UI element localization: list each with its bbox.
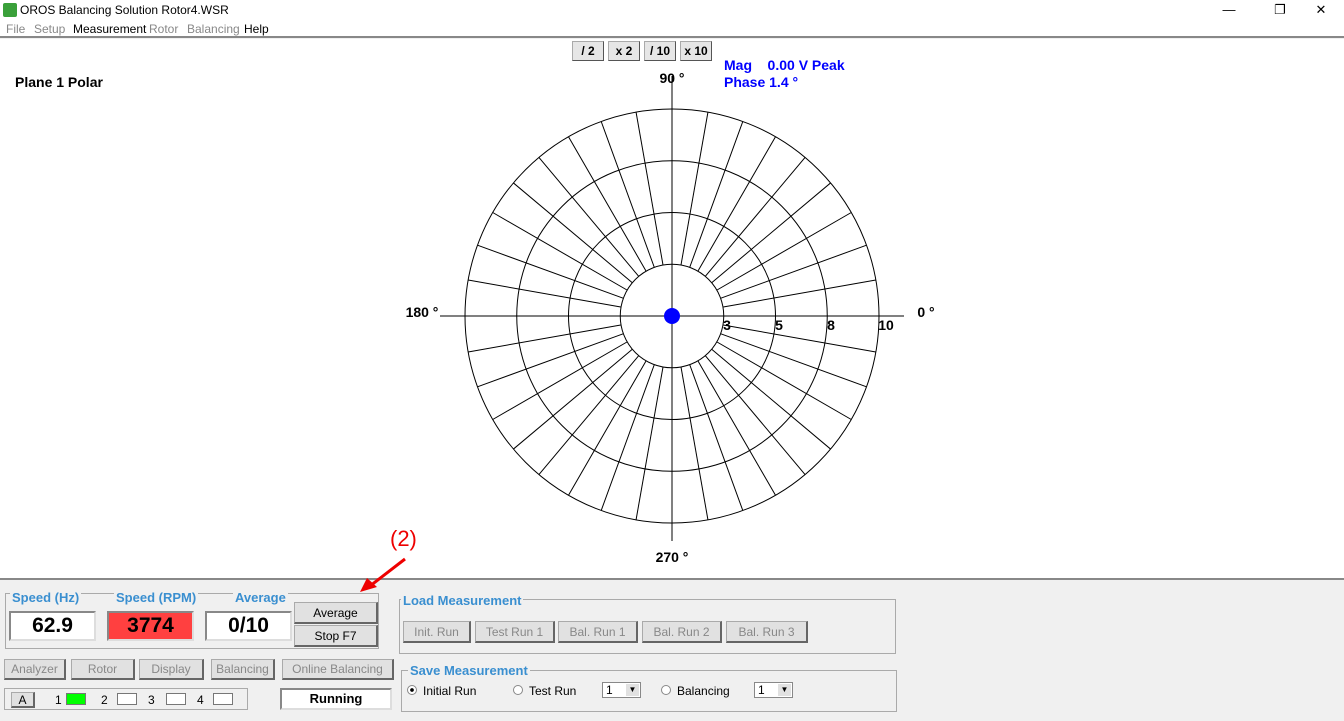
polar-spoke — [477, 333, 624, 388]
menu-bar: File Setup Measurement Rotor Balancing H… — [0, 20, 1344, 38]
balancing-button[interactable]: Balancing — [211, 659, 275, 680]
initial-run-radio[interactable] — [407, 685, 417, 695]
polar-plot-area: / 2 x 2 / 10 x 10 Plane 1 Polar Mag 0.00… — [0, 39, 1344, 592]
rotor-button[interactable]: Rotor — [71, 659, 135, 680]
polar-spoke — [492, 212, 628, 291]
polar-spoke — [492, 341, 628, 420]
average-button[interactable]: Average — [294, 602, 378, 624]
menu-balancing[interactable]: Balancing — [187, 22, 240, 36]
polar-spoke — [720, 333, 867, 388]
polar-spoke — [720, 244, 867, 299]
polar-spoke — [468, 324, 621, 353]
ring-label: 10 — [878, 317, 894, 333]
status-field: Running — [280, 688, 392, 710]
polar-spoke — [635, 112, 664, 265]
speed-rpm-value: 3774 — [107, 611, 194, 641]
channel-a-button[interactable]: A — [11, 692, 35, 708]
channel-2-indicator — [117, 693, 137, 705]
initial-run-label[interactable]: Initial Run — [423, 684, 476, 698]
test-run-select-value: 1 — [606, 683, 613, 697]
polar-spoke — [680, 367, 709, 520]
polar-spoke — [697, 136, 776, 272]
polar-spoke — [568, 360, 647, 496]
polar-chart: 90 ° 270 ° 180 ° 0 ° 3 5 8 10 — [406, 70, 935, 565]
analyzer-button[interactable]: Analyzer — [4, 659, 66, 680]
ring-label: 8 — [827, 317, 835, 333]
init-run-button[interactable]: Init. Run — [403, 621, 471, 643]
online-balancing-button[interactable]: Online Balancing — [282, 659, 394, 680]
average-count-value: 0/10 — [205, 611, 292, 641]
bal-run-1-button[interactable]: Bal. Run 1 — [558, 621, 638, 643]
polar-spoke — [723, 324, 876, 353]
minimize-button[interactable]: — — [1206, 0, 1252, 20]
polar-spoke — [477, 244, 624, 299]
polar-spoke — [635, 367, 664, 520]
balancing-select[interactable]: 1 ▼ — [754, 682, 793, 698]
channel-4-label: 4 — [197, 693, 204, 707]
bal-run-2-button[interactable]: Bal. Run 2 — [642, 621, 722, 643]
close-button[interactable]: ✕ — [1298, 0, 1344, 20]
polar-spoke — [600, 121, 655, 268]
ring-label: 5 — [775, 317, 783, 333]
speed-hz-value: 62.9 — [9, 611, 96, 641]
polar-spoke — [468, 279, 621, 308]
channel-3-label: 3 — [148, 693, 155, 707]
annotation-label: (2) — [390, 526, 417, 551]
measurement-point — [664, 308, 680, 324]
app-logo-icon — [3, 3, 17, 17]
menu-measurement[interactable]: Measurement — [73, 22, 146, 36]
channel-2-label: 2 — [101, 693, 108, 707]
polar-spoke — [680, 112, 709, 265]
polar-spoke — [568, 136, 647, 272]
angle-label-180: 180 ° — [406, 304, 439, 320]
angle-label-270: 270 ° — [656, 549, 689, 565]
polar-spoke — [716, 341, 852, 420]
menu-file[interactable]: File — [6, 22, 25, 36]
polar-spoke — [689, 121, 744, 268]
angle-label-90: 90 ° — [659, 70, 684, 86]
dropdown-arrow-icon[interactable]: ▼ — [778, 684, 791, 696]
average-label: Average — [233, 590, 288, 605]
speed-hz-label: Speed (Hz) — [10, 590, 82, 605]
save-measurement-label: Save Measurement — [408, 663, 530, 678]
title-bar: OROS Balancing Solution Rotor4.WSR — ❐ ✕ — [0, 0, 1344, 20]
display-button[interactable]: Display — [139, 659, 204, 680]
polar-spoke — [723, 279, 876, 308]
channel-3-indicator — [166, 693, 186, 705]
balancing-select-value: 1 — [758, 683, 765, 697]
load-measurement-label: Load Measurement — [401, 593, 524, 608]
balancing-radio[interactable] — [661, 685, 671, 695]
test-run-radio[interactable] — [513, 685, 523, 695]
annotation-arrow-icon — [360, 557, 406, 592]
menu-rotor[interactable]: Rotor — [149, 22, 178, 36]
ring-label: 3 — [723, 317, 731, 333]
polar-spoke — [716, 212, 852, 291]
restore-button[interactable]: ❐ — [1257, 0, 1303, 20]
menu-setup[interactable]: Setup — [34, 22, 65, 36]
polar-spoke — [600, 364, 655, 511]
polar-spoke — [689, 364, 744, 511]
window-title: OROS Balancing Solution Rotor4.WSR — [20, 3, 229, 17]
balancing-label[interactable]: Balancing — [677, 684, 730, 698]
menu-help[interactable]: Help — [244, 22, 269, 36]
speed-rpm-label: Speed (RPM) — [114, 590, 199, 605]
test-run-label[interactable]: Test Run — [529, 684, 576, 698]
dropdown-arrow-icon[interactable]: ▼ — [626, 684, 639, 696]
polar-spoke — [697, 360, 776, 496]
channel-1-indicator — [66, 693, 86, 705]
channel-1-label: 1 — [55, 693, 62, 707]
test-run-select[interactable]: 1 ▼ — [602, 682, 641, 698]
angle-label-0: 0 ° — [917, 304, 934, 320]
test-run-1-button[interactable]: Test Run 1 — [475, 621, 555, 643]
stop-button[interactable]: Stop F7 — [294, 625, 378, 647]
channel-4-indicator — [213, 693, 233, 705]
bal-run-3-button[interactable]: Bal. Run 3 — [726, 621, 808, 643]
